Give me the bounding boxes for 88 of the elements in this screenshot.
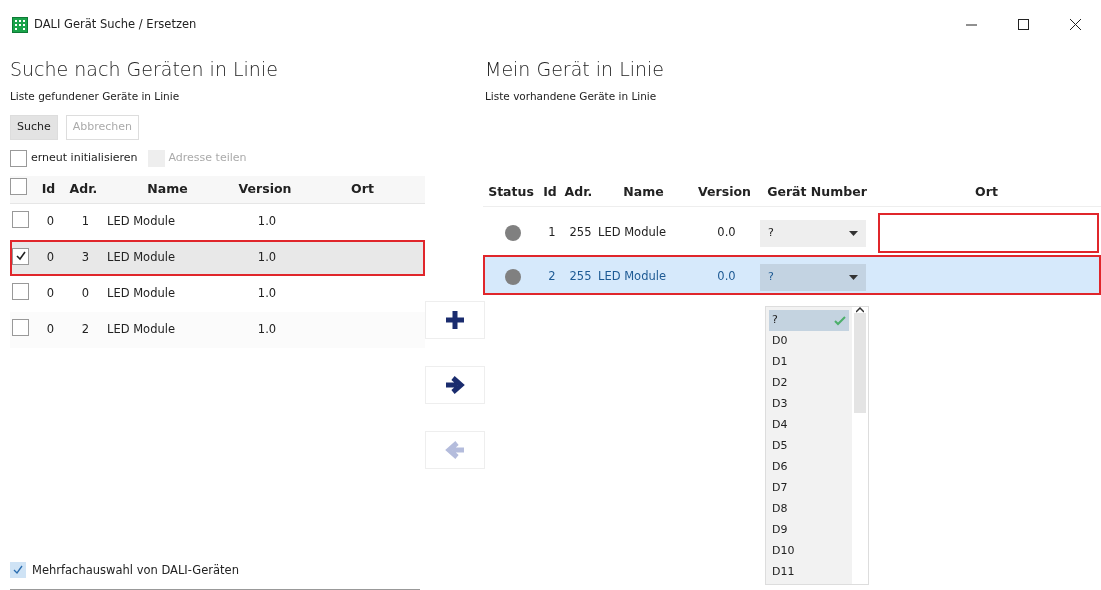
check-icon bbox=[834, 315, 846, 326]
table-cell: LED Module bbox=[598, 225, 666, 240]
window-title: DALI Gerät Suche / Ersetzen bbox=[34, 15, 197, 33]
table-row[interactable]: 0 2 LED Module 1.0 bbox=[10, 311, 425, 348]
panel-subtitle: Liste vorhandene Geräte in Linie bbox=[485, 89, 658, 104]
column-header[interactable]: Name bbox=[596, 183, 691, 202]
transfer-button[interactable] bbox=[425, 366, 485, 404]
table-cell: 2 bbox=[81, 321, 90, 336]
column-header[interactable]: Ort bbox=[300, 179, 425, 199]
dropdown-option[interactable]: D6 bbox=[769, 457, 849, 478]
table-cell: 3 bbox=[81, 249, 90, 264]
table-cell: 255 bbox=[569, 225, 592, 240]
checkbox[interactable] bbox=[12, 247, 29, 265]
dropdown-option[interactable]: D11 bbox=[769, 562, 849, 583]
caret-icon bbox=[849, 274, 858, 280]
dropdown-option[interactable]: D10 bbox=[769, 541, 849, 562]
scrollbar[interactable] bbox=[852, 307, 868, 584]
column-header[interactable]: Id bbox=[539, 183, 561, 202]
table-cell: 0 bbox=[46, 249, 55, 264]
dropdown-option[interactable]: D5 bbox=[769, 436, 849, 457]
dropdown-option[interactable]: D4 bbox=[769, 415, 849, 436]
checkbox[interactable] bbox=[10, 150, 27, 167]
dropdown-option[interactable]: D7 bbox=[769, 478, 849, 499]
table-cell: 0.0 bbox=[717, 269, 736, 284]
column-header[interactable]: Adr. bbox=[62, 179, 105, 199]
arrow-right-icon bbox=[444, 374, 466, 396]
column-header[interactable]: Ort bbox=[876, 183, 1097, 202]
dropdown-option[interactable]: D1 bbox=[769, 352, 849, 373]
table-row[interactable]: 0 1 LED Module 1.0 bbox=[10, 203, 425, 240]
table-cell: LED Module bbox=[107, 249, 175, 264]
table-cell: LED Module bbox=[107, 321, 175, 336]
transfer-button[interactable] bbox=[425, 301, 485, 339]
caret-icon bbox=[849, 230, 858, 236]
dropdown[interactable]: ? bbox=[760, 219, 866, 247]
panel-subtitle: Liste gefundener Geräte in Linie bbox=[10, 89, 181, 104]
checkbox[interactable] bbox=[12, 282, 29, 300]
toolbar-button[interactable]: Suche bbox=[10, 115, 58, 140]
table-row[interactable]: 0 3 LED Module 1.0 bbox=[10, 239, 425, 276]
text-field[interactable] bbox=[878, 213, 1099, 253]
checkbox-label: Mehrfachauswahl von DALI-Geräten bbox=[32, 561, 239, 579]
table-row[interactable]: 1 255 LED Module 0.0 ? bbox=[483, 211, 1101, 251]
checkbox-label: Adresse teilen bbox=[168, 150, 247, 167]
table-cell: 0 bbox=[46, 285, 55, 300]
column-header[interactable]: Status bbox=[483, 183, 539, 202]
column-header[interactable]: Id bbox=[35, 179, 62, 199]
column-header[interactable]: Adr. bbox=[561, 183, 596, 202]
table-cell: 1 bbox=[81, 213, 90, 228]
table-cell: 0 bbox=[46, 321, 55, 336]
table-cell: 0 bbox=[81, 285, 90, 300]
table-cell: 0.0 bbox=[717, 225, 736, 240]
checkbox[interactable] bbox=[12, 210, 29, 228]
arrow-left-icon bbox=[444, 439, 466, 461]
dropdown-option[interactable]: D3 bbox=[769, 394, 849, 415]
dropdown-option[interactable]: D2 bbox=[769, 373, 849, 394]
dropdown-option[interactable]: ? bbox=[769, 310, 849, 331]
table-cell: 1 bbox=[548, 225, 556, 240]
scrollbar-thumb[interactable] bbox=[854, 313, 866, 413]
plus-icon bbox=[444, 309, 466, 331]
close-icon bbox=[1069, 19, 1081, 30]
table-row[interactable]: 0 0 LED Module 1.0 bbox=[10, 275, 425, 312]
scroll-up-icon bbox=[856, 307, 864, 313]
checkbox[interactable] bbox=[10, 562, 26, 579]
column-header[interactable]: Gerät Number bbox=[758, 183, 876, 202]
table-cell: LED Module bbox=[107, 285, 175, 300]
table-row[interactable]: 2 255 LED Module 0.0 ? bbox=[483, 255, 1101, 295]
table-cell: LED Module bbox=[107, 213, 175, 228]
dropdown-option[interactable]: D9 bbox=[769, 520, 849, 541]
app-icon bbox=[12, 16, 28, 33]
dropdown-option[interactable]: D0 bbox=[769, 331, 849, 352]
dropdown[interactable]: ? bbox=[760, 263, 866, 291]
table-cell: 1.0 bbox=[257, 285, 277, 300]
table-cell: 1.0 bbox=[257, 249, 277, 264]
maximize-icon bbox=[1017, 19, 1029, 30]
table-cell: 0 bbox=[46, 213, 55, 228]
checkbox[interactable] bbox=[12, 318, 29, 336]
table-cell: LED Module bbox=[598, 269, 666, 284]
column-header[interactable]: Version bbox=[230, 179, 300, 199]
table-cell: 1.0 bbox=[257, 213, 277, 228]
checkbox-label: erneut initialisieren bbox=[31, 150, 138, 167]
table-cell: 1.0 bbox=[257, 321, 277, 336]
table-cell: 2 bbox=[548, 269, 556, 284]
checkbox[interactable] bbox=[10, 178, 27, 195]
dropdown-option[interactable]: D8 bbox=[769, 499, 849, 520]
panel-heading: Suche nach Geräten in Linie bbox=[10, 57, 279, 82]
column-header[interactable]: Name bbox=[105, 179, 230, 199]
table-cell: 255 bbox=[569, 269, 592, 284]
panel-heading: Mein Gerät in Linie bbox=[485, 57, 666, 82]
column-header[interactable]: Version bbox=[691, 183, 758, 202]
